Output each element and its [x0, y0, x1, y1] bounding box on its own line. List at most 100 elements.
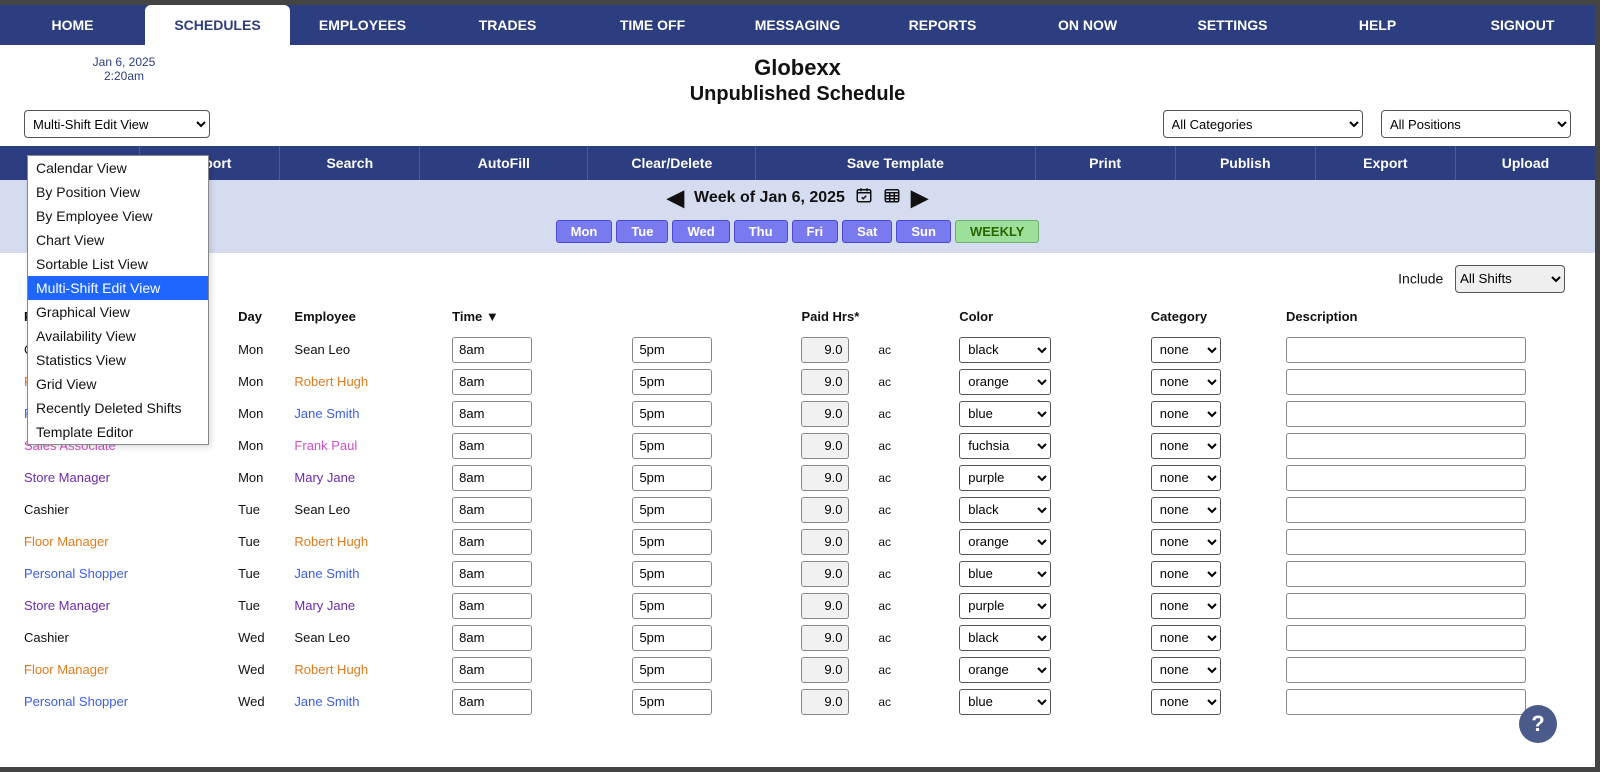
paid-hours-input[interactable] — [801, 561, 849, 587]
include-select[interactable]: All Shifts — [1455, 265, 1565, 293]
col-day[interactable]: Day — [234, 305, 290, 334]
color-select[interactable]: black — [959, 497, 1051, 523]
description-input[interactable] — [1286, 593, 1526, 619]
start-time-input[interactable] — [452, 337, 532, 363]
nav-signout[interactable]: SIGNOUT — [1450, 5, 1595, 45]
start-time-input[interactable] — [452, 433, 532, 459]
view-option-sortable-list-view[interactable]: Sortable List View — [28, 252, 208, 276]
ac-link[interactable]: ac — [876, 558, 955, 590]
paid-hours-input[interactable] — [801, 337, 849, 363]
prev-week-icon[interactable]: ◀ — [667, 187, 684, 209]
action-print[interactable]: Print — [1036, 146, 1176, 180]
color-select[interactable]: black — [959, 625, 1051, 651]
ac-link[interactable]: ac — [876, 590, 955, 622]
position-select[interactable]: All Positions — [1381, 110, 1571, 138]
end-time-input[interactable] — [632, 497, 712, 523]
day-pill-sun[interactable]: Sun — [896, 220, 951, 243]
row-category-select[interactable]: none — [1151, 625, 1221, 651]
calendar-grid-icon[interactable] — [883, 186, 901, 209]
view-option-availability-view[interactable]: Availability View — [28, 324, 208, 348]
ac-link[interactable]: ac — [876, 654, 955, 686]
color-select[interactable]: purple — [959, 593, 1051, 619]
description-input[interactable] — [1286, 369, 1526, 395]
cell-position[interactable]: Cashier — [20, 622, 234, 654]
end-time-input[interactable] — [632, 593, 712, 619]
nav-help[interactable]: HELP — [1305, 5, 1450, 45]
end-time-input[interactable] — [632, 369, 712, 395]
paid-hours-input[interactable] — [801, 369, 849, 395]
cell-position[interactable]: Store Manager — [20, 462, 234, 494]
cell-employee[interactable]: Sean Leo — [290, 494, 448, 526]
start-time-input[interactable] — [452, 369, 532, 395]
nav-home[interactable]: HOME — [0, 5, 145, 45]
row-category-select[interactable]: none — [1151, 497, 1221, 523]
day-pill-thu[interactable]: Thu — [734, 220, 788, 243]
view-option-by-employee-view[interactable]: By Employee View — [28, 204, 208, 228]
day-pill-wed[interactable]: Wed — [672, 220, 729, 243]
color-select[interactable]: orange — [959, 657, 1051, 683]
view-option-calendar-view[interactable]: Calendar View — [28, 156, 208, 180]
paid-hours-input[interactable] — [801, 529, 849, 555]
view-option-template-editor[interactable]: Template Editor — [28, 420, 208, 444]
end-time-input[interactable] — [632, 465, 712, 491]
nav-messaging[interactable]: MESSAGING — [725, 5, 870, 45]
end-time-input[interactable] — [632, 529, 712, 555]
category-select[interactable]: All Categories — [1163, 110, 1363, 138]
col-color[interactable]: Color — [955, 305, 1147, 334]
action-save-template[interactable]: Save Template — [756, 146, 1035, 180]
color-select[interactable]: blue — [959, 689, 1051, 715]
cell-employee[interactable]: Frank Paul — [290, 430, 448, 462]
description-input[interactable] — [1286, 433, 1526, 459]
view-option-grid-view[interactable]: Grid View — [28, 372, 208, 396]
nav-trades[interactable]: TRADES — [435, 5, 580, 45]
nav-on-now[interactable]: ON NOW — [1015, 5, 1160, 45]
row-category-select[interactable]: none — [1151, 561, 1221, 587]
cell-employee[interactable]: Robert Hugh — [290, 526, 448, 558]
row-category-select[interactable]: none — [1151, 529, 1221, 555]
end-time-input[interactable] — [632, 561, 712, 587]
ac-link[interactable]: ac — [876, 398, 955, 430]
ac-link[interactable]: ac — [876, 686, 955, 718]
col-paid-hrs[interactable]: Paid Hrs* — [797, 305, 876, 334]
ac-link[interactable]: ac — [876, 366, 955, 398]
ac-link[interactable]: ac — [876, 622, 955, 654]
cell-employee[interactable]: Sean Leo — [290, 334, 448, 366]
view-option-recently-deleted-shifts[interactable]: Recently Deleted Shifts — [28, 396, 208, 420]
start-time-input[interactable] — [452, 657, 532, 683]
end-time-input[interactable] — [632, 625, 712, 651]
view-dropdown[interactable]: Calendar ViewBy Position ViewBy Employee… — [27, 155, 209, 445]
description-input[interactable] — [1286, 465, 1526, 491]
start-time-input[interactable] — [452, 561, 532, 587]
col-employee[interactable]: Employee — [290, 305, 448, 334]
ac-link[interactable]: ac — [876, 334, 955, 366]
row-category-select[interactable]: none — [1151, 465, 1221, 491]
ac-link[interactable]: ac — [876, 462, 955, 494]
description-input[interactable] — [1286, 497, 1526, 523]
description-input[interactable] — [1286, 337, 1526, 363]
description-input[interactable] — [1286, 401, 1526, 427]
paid-hours-input[interactable] — [801, 593, 849, 619]
color-select[interactable]: orange — [959, 529, 1051, 555]
nav-time-off[interactable]: TIME OFF — [580, 5, 725, 45]
description-input[interactable] — [1286, 689, 1526, 715]
view-option-chart-view[interactable]: Chart View — [28, 228, 208, 252]
start-time-input[interactable] — [452, 593, 532, 619]
action-upload[interactable]: Upload — [1456, 146, 1595, 180]
cell-position[interactable]: Cashier — [20, 494, 234, 526]
nav-reports[interactable]: REPORTS — [870, 5, 1015, 45]
cell-position[interactable]: Personal Shopper — [20, 558, 234, 590]
day-pill-fri[interactable]: Fri — [792, 220, 839, 243]
help-bubble[interactable]: ? — [1519, 705, 1557, 743]
day-pill-weekly[interactable]: WEEKLY — [955, 220, 1039, 243]
paid-hours-input[interactable] — [801, 465, 849, 491]
cell-employee[interactable]: Jane Smith — [290, 558, 448, 590]
action-clear-delete[interactable]: Clear/Delete — [588, 146, 756, 180]
row-category-select[interactable]: none — [1151, 689, 1221, 715]
nav-employees[interactable]: EMPLOYEES — [290, 5, 435, 45]
cell-position[interactable]: Floor Manager — [20, 654, 234, 686]
ac-link[interactable]: ac — [876, 430, 955, 462]
action-publish[interactable]: Publish — [1176, 146, 1316, 180]
day-pill-sat[interactable]: Sat — [842, 220, 892, 243]
start-time-input[interactable] — [452, 689, 532, 715]
calendar-check-icon[interactable] — [855, 186, 873, 209]
